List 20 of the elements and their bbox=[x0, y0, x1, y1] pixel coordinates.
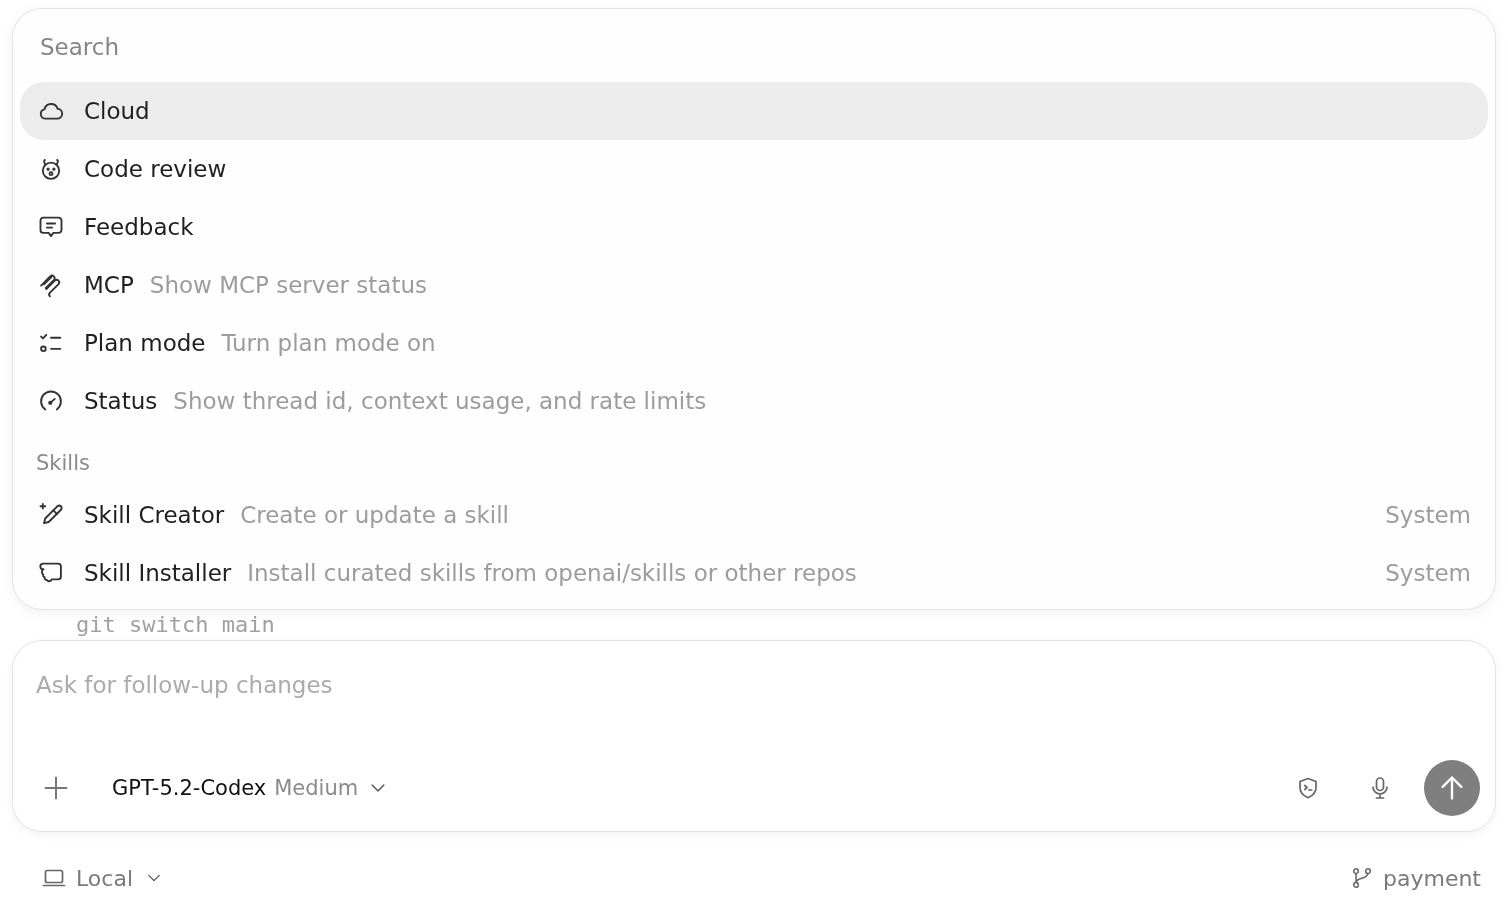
plus-icon bbox=[42, 774, 70, 802]
git-branch-icon bbox=[1351, 867, 1373, 889]
command-item[interactable]: MCP Show MCP server status bbox=[20, 256, 1488, 314]
command-item[interactable]: Status Show thread id, context usage, and rate limits bbox=[20, 372, 1488, 430]
command-item[interactable]: Code review bbox=[20, 140, 1488, 198]
prompt-input[interactable]: Ask for follow-up changes bbox=[36, 671, 736, 699]
section-heading: Skills bbox=[35, 450, 91, 477]
skill-item[interactable]: Skill Installer Install curated skills from openai/skills or other repos System bbox=[20, 544, 1488, 602]
environment-selector[interactable]: Local bbox=[42, 863, 164, 893]
skill-item[interactable]: Skill Creator Create or update a skill System bbox=[20, 486, 1488, 544]
command-item[interactable]: Plan mode Turn plan mode on bbox=[20, 314, 1488, 372]
command-item[interactable]: Feedback bbox=[20, 198, 1488, 256]
model-selector[interactable]: GPT-5.2-Codex Medium bbox=[108, 772, 393, 804]
sandbox-button[interactable] bbox=[1296, 776, 1320, 800]
search-field[interactable]: Search bbox=[20, 16, 1488, 78]
add-button[interactable] bbox=[42, 774, 70, 802]
command-item[interactable]: Cloud bbox=[20, 82, 1488, 140]
shield-terminal-icon bbox=[1296, 776, 1320, 800]
branch-selector[interactable]: payment bbox=[1351, 863, 1481, 893]
code-line: git switch main bbox=[76, 611, 275, 639]
